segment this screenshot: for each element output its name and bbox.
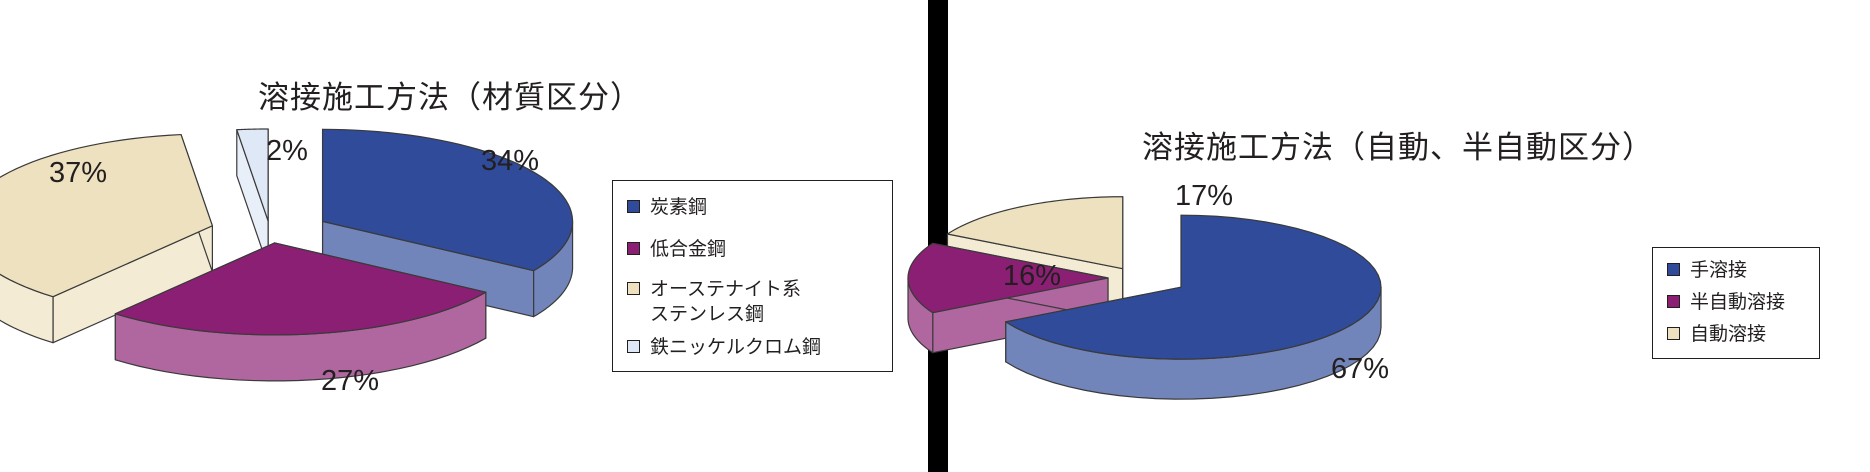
slice-value-label: 17% — [1175, 180, 1233, 212]
slice-value-label: 2% — [266, 135, 308, 167]
slice-value-label: 27% — [321, 365, 379, 397]
legend-swatch-manual-welding — [1667, 263, 1680, 276]
legend-swatch-auto-welding — [1667, 327, 1680, 340]
legend-swatch-carbon-steel — [627, 200, 640, 213]
legend-swatch-iron-nickel-chrome — [627, 340, 640, 353]
legend-item: 手溶接 — [1667, 258, 1747, 283]
legend-label: 鉄ニッケルクロム鋼 — [650, 336, 822, 358]
slice-value-label: 37% — [49, 157, 107, 189]
pie-chart-automation: 17% 16% 67% — [907, 180, 1389, 400]
legend-item: オーステナイト系 ステンレス鋼 — [627, 277, 801, 327]
legend-item: 鉄ニッケルクロム鋼 — [627, 335, 821, 360]
legend-label: 半自動溶接 — [1690, 291, 1786, 313]
slice-value-label: 67% — [1331, 353, 1389, 385]
legend-item: 半自動溶接 — [1667, 290, 1785, 315]
legend-swatch-austenitic-stainless — [627, 282, 640, 295]
legend-swatch-low-alloy-steel — [627, 242, 640, 255]
slice-value-label: 34% — [481, 145, 539, 177]
legend-item: 低合金鋼 — [627, 237, 726, 262]
chart-panel-material: 溶接施工方法（材質区分） 2% 34% 37% 27% 炭素鋼 低合金鋼 オーステナイ… — [0, 0, 928, 472]
chart-panel-automation: 溶接施工方法（自動、半自動区分） 17% 16% 67% 手溶接 半自動溶接 自動溶… — [907, 0, 1870, 472]
legend-label: 手溶接 — [1690, 259, 1748, 281]
legend-label: 炭素鋼 — [650, 196, 708, 218]
legend-item: 自動溶接 — [1667, 322, 1766, 347]
slice-value-label: 16% — [1003, 260, 1061, 292]
chart-legend: 手溶接 半自動溶接 自動溶接 — [1652, 247, 1820, 359]
legend-item: 炭素鋼 — [627, 195, 707, 220]
legend-label: 自動溶接 — [1690, 323, 1767, 345]
legend-label: 低合金鋼 — [650, 238, 727, 260]
pie-slice-iron-nickel-chrome — [236, 128, 269, 268]
chart-legend: 炭素鋼 低合金鋼 オーステナイト系 ステンレス鋼 鉄ニッケルクロム鋼 — [612, 180, 893, 372]
panel-divider — [928, 0, 948, 472]
legend-swatch-semi-auto-welding — [1667, 295, 1680, 308]
legend-label: オーステナイト系 ステンレス鋼 — [650, 278, 802, 325]
